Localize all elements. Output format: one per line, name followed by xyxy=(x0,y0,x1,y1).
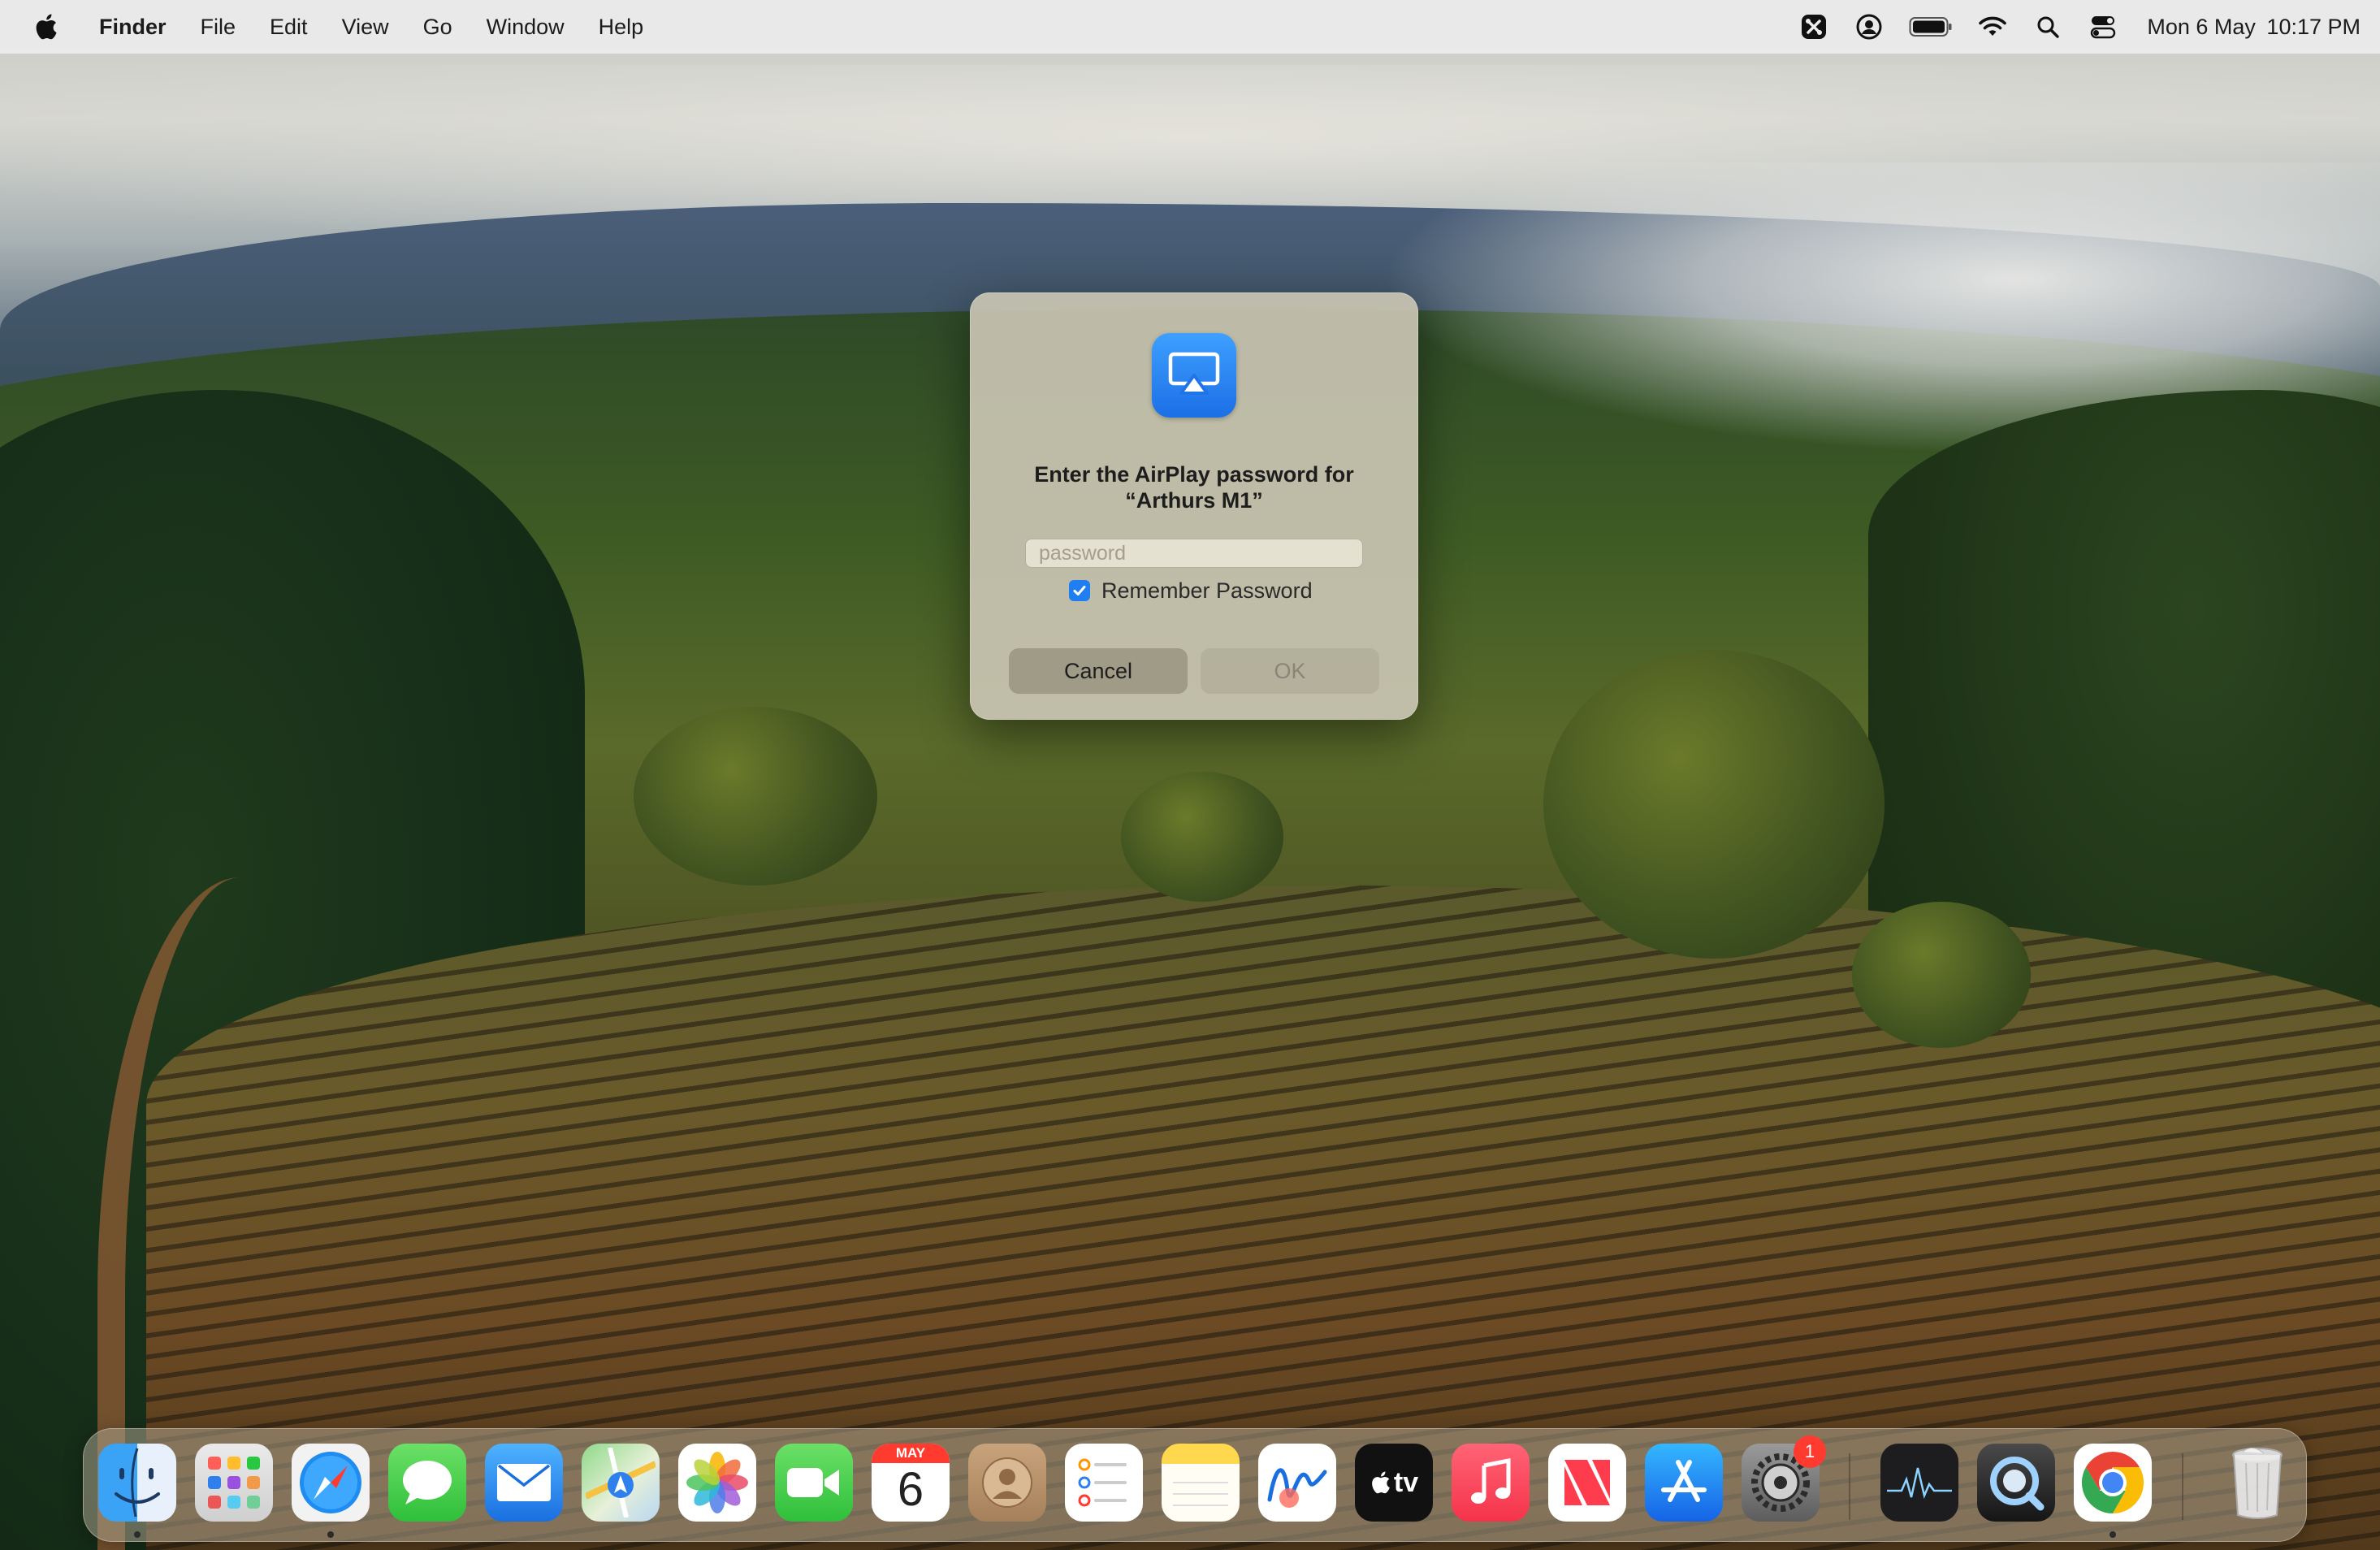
safari-icon[interactable] xyxy=(292,1444,370,1522)
desktop-wallpaper xyxy=(0,0,2380,1550)
apple-tv-label: tv xyxy=(1393,1466,1419,1498)
calendar-month-label: MAY xyxy=(872,1444,950,1463)
mail-icon[interactable] xyxy=(485,1444,563,1522)
finder-running-indicator xyxy=(134,1531,141,1538)
music-icon[interactable] xyxy=(1452,1444,1530,1522)
system-settings-badge: 1 xyxy=(1794,1435,1826,1468)
cancel-button[interactable]: Cancel xyxy=(1009,648,1188,694)
shortcut-app-icon[interactable] xyxy=(1796,9,1832,45)
dock-separator-trash xyxy=(2182,1453,2183,1520)
dock: MAY 6 tv 1 xyxy=(83,1428,2307,1542)
airplay-password-dialog: Enter the AirPlay password for “Arthurs … xyxy=(970,292,1418,720)
menu-view[interactable]: View xyxy=(325,0,406,54)
news-icon[interactable] xyxy=(1548,1444,1626,1522)
messages-icon[interactable] xyxy=(388,1444,466,1522)
facetime-icon[interactable] xyxy=(775,1444,853,1522)
contacts-icon[interactable] xyxy=(968,1444,1046,1522)
app-store-icon[interactable] xyxy=(1645,1444,1723,1522)
remember-password-option[interactable]: Remember Password xyxy=(1069,577,1313,604)
apple-tv-icon[interactable]: tv xyxy=(1355,1444,1433,1522)
maps-icon[interactable] xyxy=(582,1444,660,1522)
menu-help[interactable]: Help xyxy=(582,0,661,54)
clock-date: Mon 6 May xyxy=(2147,14,2256,39)
photos-icon[interactable] xyxy=(678,1444,756,1522)
battery-icon[interactable] xyxy=(1906,9,1955,45)
menu-bar: Finder File Edit View Go Window Help Mon… xyxy=(0,0,2380,54)
ok-button[interactable]: OK xyxy=(1201,648,1379,694)
password-field[interactable] xyxy=(1025,539,1363,568)
dialog-title: Enter the AirPlay password for “Arthurs … xyxy=(994,461,1394,513)
calendar-day-label: 6 xyxy=(897,1463,924,1516)
spotlight-search-icon[interactable] xyxy=(2030,9,2066,45)
launchpad-icon[interactable] xyxy=(195,1444,273,1522)
remember-password-checkbox[interactable] xyxy=(1069,580,1090,601)
control-center-icon[interactable] xyxy=(2085,9,2121,45)
dialog-title-line2: “Arthurs M1” xyxy=(1125,488,1263,513)
menu-go[interactable]: Go xyxy=(406,0,470,54)
remember-password-label: Remember Password xyxy=(1101,578,1313,603)
user-account-icon[interactable] xyxy=(1851,9,1887,45)
calendar-icon[interactable]: MAY 6 xyxy=(872,1444,950,1522)
freeform-icon[interactable] xyxy=(1258,1444,1336,1522)
reminders-icon[interactable] xyxy=(1065,1444,1143,1522)
airplay-icon xyxy=(1152,333,1236,418)
dialog-title-line1: Enter the AirPlay password for xyxy=(1034,462,1354,487)
wifi-icon[interactable] xyxy=(1975,9,2010,45)
menu-clock[interactable]: Mon 6 May 10:17 PM xyxy=(2142,15,2361,40)
chrome-icon[interactable] xyxy=(2074,1444,2152,1522)
dock-separator xyxy=(1849,1453,1850,1520)
finder-icon[interactable] xyxy=(98,1444,176,1522)
clock-time: 10:17 PM xyxy=(2266,14,2361,39)
menu-window[interactable]: Window xyxy=(470,0,582,54)
chrome-running-indicator xyxy=(2110,1531,2116,1538)
safari-running-indicator xyxy=(327,1531,334,1538)
activity-monitor-icon[interactable] xyxy=(1880,1444,1958,1522)
menu-file[interactable]: File xyxy=(184,0,253,54)
notes-icon[interactable] xyxy=(1162,1444,1240,1522)
menu-edit[interactable]: Edit xyxy=(253,0,325,54)
quicktime-icon[interactable] xyxy=(1977,1444,2055,1522)
trash-icon[interactable] xyxy=(2218,1444,2296,1522)
apple-logo-icon[interactable] xyxy=(29,11,62,43)
menu-finder[interactable]: Finder xyxy=(81,0,184,54)
